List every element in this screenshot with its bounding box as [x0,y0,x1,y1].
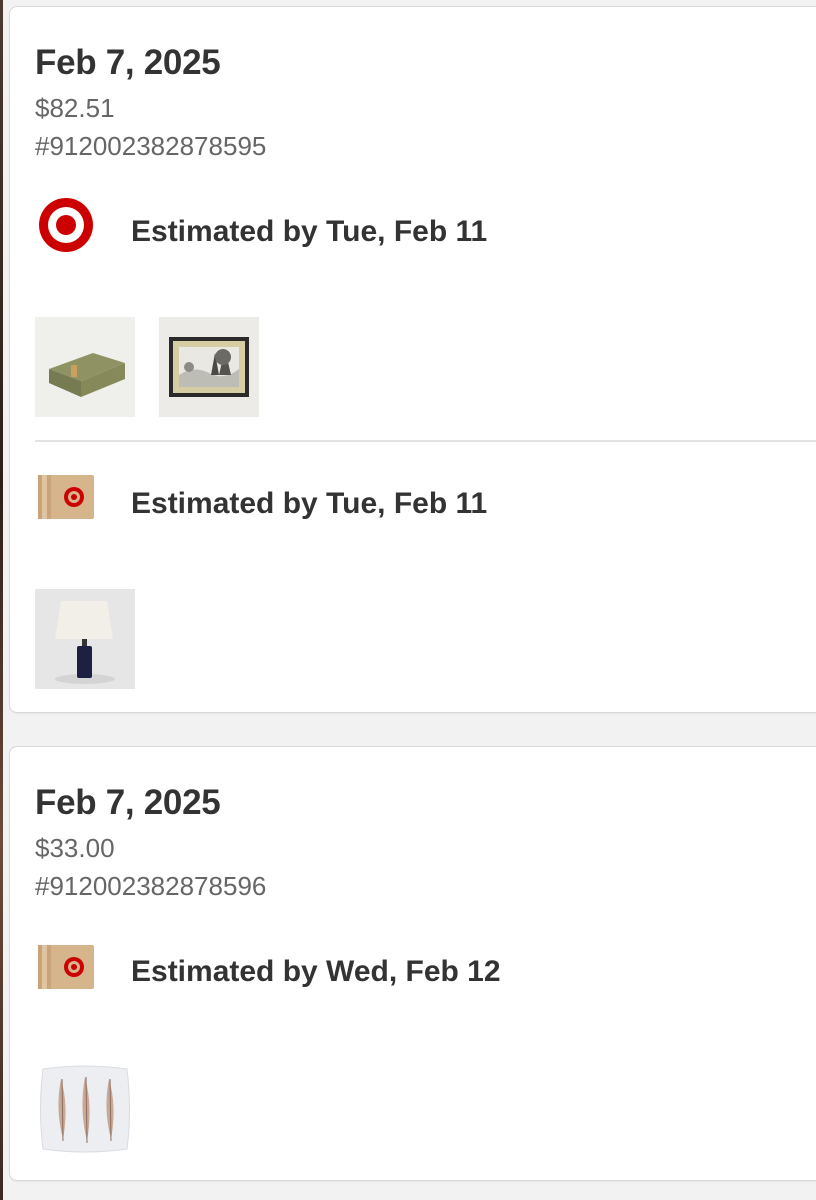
product-thumbnail-table-lamp[interactable] [35,589,135,689]
order-number: #912002382878595 [35,131,267,161]
order-date: Feb 7, 2025 [35,783,221,822]
shipping-box-icon [38,472,94,522]
shipping-box-icon [38,942,94,992]
order-number: #912002382878596 [35,871,267,901]
product-thumbnail-storage-box[interactable] [35,317,135,417]
shipment-divider [35,440,816,442]
shipment-estimate: Estimated by Tue, Feb 11 [131,487,488,520]
shipment-estimate: Estimated by Tue, Feb 11 [131,215,488,248]
shipment-estimate: Estimated by Wed, Feb 12 [131,955,501,988]
target-bullseye-icon [38,197,94,253]
product-thumbnail-framed-art[interactable] [159,317,259,417]
order-card[interactable]: Feb 7, 2025 $82.51 #912002382878595 Esti… [9,6,816,713]
order-total: $33.00 [35,833,115,863]
order-card[interactable]: Feb 7, 2025 $33.00 #912002382878596 Esti… [9,746,816,1181]
window-edge [0,0,3,1200]
order-total: $82.51 [35,93,115,123]
order-date: Feb 7, 2025 [35,43,221,82]
product-thumbnail-feather-pillow[interactable] [35,1059,135,1159]
